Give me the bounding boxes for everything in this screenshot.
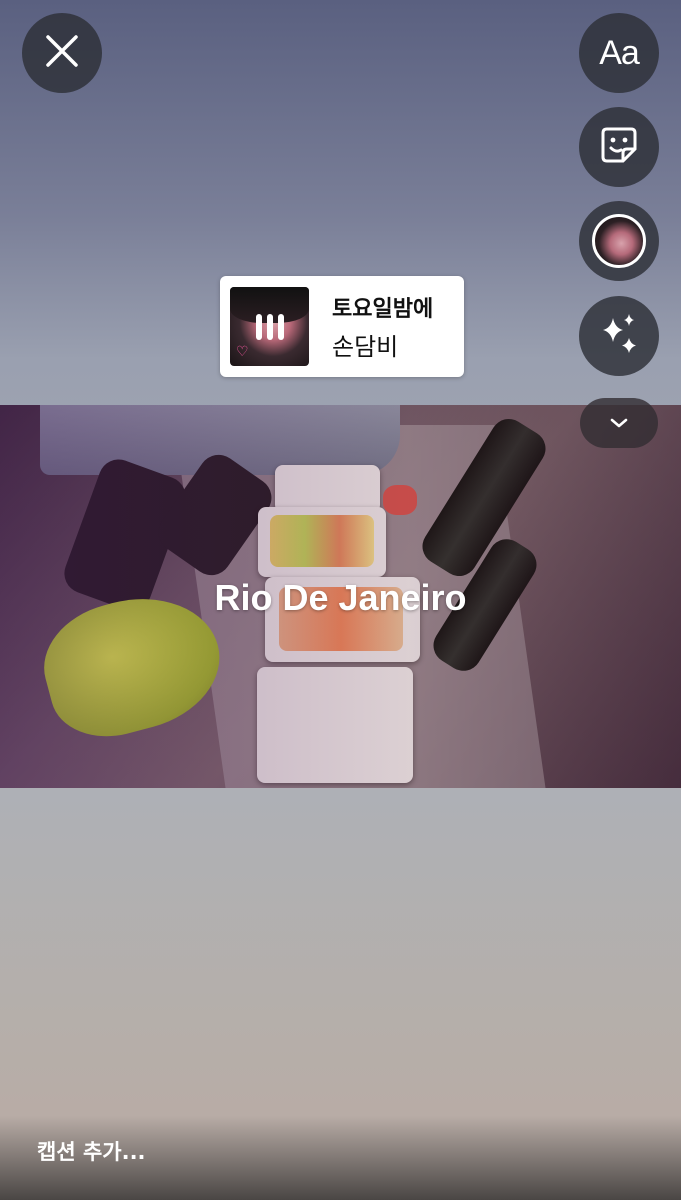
song-artist: 손담비 (332, 333, 399, 361)
song-info: 토요일밤에 손담비 (332, 291, 433, 362)
profile-avatar (592, 214, 646, 268)
song-title: 토요일밤에 (332, 297, 434, 322)
chevron-down-icon (609, 414, 629, 433)
effects-button[interactable] (579, 296, 659, 376)
more-tools-button[interactable] (580, 398, 658, 448)
sticker-icon (599, 125, 639, 169)
text-tool-button[interactable]: Aa (579, 13, 659, 93)
close-button[interactable] (22, 13, 102, 93)
album-cover: ♡ (230, 287, 309, 366)
caption-input[interactable]: 캡션 추가... (37, 1136, 146, 1166)
sparkles-icon (597, 312, 641, 360)
close-icon (45, 34, 79, 72)
text-tool-label: Aa (599, 33, 640, 72)
sticker-button[interactable] (579, 107, 659, 187)
pause-icon[interactable] (230, 287, 309, 366)
music-sticker[interactable]: ♡ 토요일밤에 손담비 (220, 276, 464, 377)
location-text-overlay[interactable]: Rio De Janeiro (0, 577, 681, 619)
mention-avatar-button[interactable] (579, 201, 659, 281)
